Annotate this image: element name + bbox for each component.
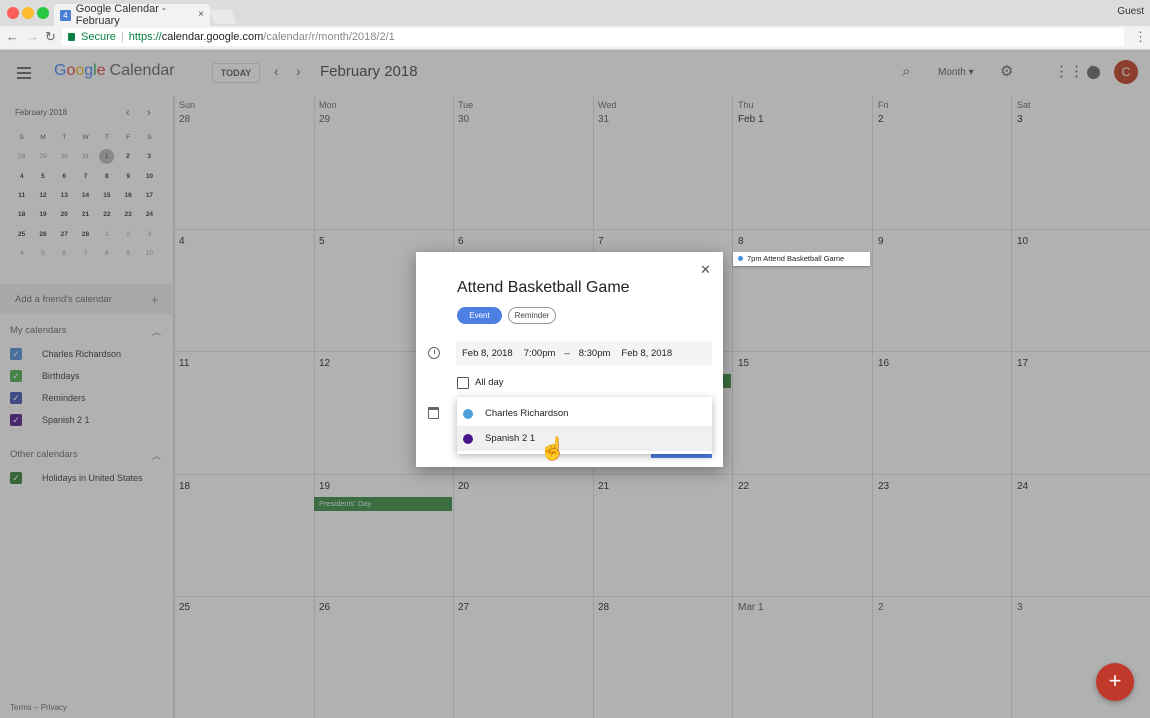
calendar-color-dot: [463, 408, 473, 419]
back-icon[interactable]: ←: [6, 29, 19, 44]
close-tab-icon[interactable]: ×: [198, 9, 204, 20]
forward-icon[interactable]: →: [26, 29, 39, 44]
calendar-option-label: Spanish 2 1: [485, 433, 536, 444]
time-dash: –: [564, 347, 570, 359]
lock-icon: [68, 33, 75, 41]
end-date-field[interactable]: Feb 8, 2018: [621, 348, 672, 359]
calendar-option-spanish[interactable]: Spanish 2 1: [457, 426, 712, 451]
url-path: /calendar/r/month/2018/2/1: [263, 31, 395, 43]
url-host: calendar.google.com: [161, 31, 264, 43]
start-date-field[interactable]: Feb 8, 2018: [462, 348, 513, 359]
secure-label: Secure: [81, 31, 116, 43]
maximize-window-icon[interactable]: [37, 7, 49, 19]
event-title-input[interactable]: Attend Basketball Game: [457, 279, 630, 297]
calendar-icon: [428, 407, 439, 419]
address-bar[interactable]: Secure | https:// calendar.google.com /c…: [62, 28, 1124, 46]
event-type-button[interactable]: Event: [457, 307, 502, 324]
calendar-option-label: Charles Richardson: [485, 408, 569, 419]
date-time-row: Feb 8, 2018 7:00pm – 8:30pm Feb 8, 2018: [456, 341, 712, 365]
reload-icon[interactable]: ↻: [45, 29, 56, 45]
browser-tab[interactable]: 4 Google Calendar - February ×: [54, 3, 210, 27]
create-event-button[interactable]: +: [1096, 663, 1134, 701]
new-tab-button[interactable]: [209, 10, 237, 24]
minimize-window-icon[interactable]: [22, 7, 34, 19]
calendar-favicon-icon: 4: [60, 9, 71, 21]
event-label: 7pm Attend Basketball Game: [747, 254, 845, 263]
calendar-option-charles[interactable]: Charles Richardson: [457, 401, 712, 426]
hand-cursor-icon: ☝: [539, 436, 567, 461]
address-separator: |: [120, 31, 124, 43]
end-time-field[interactable]: 8:30pm: [579, 348, 611, 359]
close-window-icon[interactable]: [7, 7, 19, 19]
url-scheme: https://: [128, 31, 162, 43]
event-color-dot: [738, 256, 743, 261]
close-icon[interactable]: ✕: [700, 262, 711, 278]
event-basketball-game[interactable]: 7pm Attend Basketball Game: [733, 252, 870, 266]
tab-title: Google Calendar - February: [75, 3, 166, 27]
all-day-checkbox[interactable]: [457, 377, 469, 389]
calendar-color-dot: [463, 433, 473, 444]
reminder-type-button[interactable]: Reminder: [508, 307, 556, 324]
guest-profile-label[interactable]: Guest: [1117, 6, 1144, 17]
browser-menu-icon[interactable]: ⋮: [1134, 29, 1147, 45]
clock-icon: [428, 347, 440, 359]
start-time-field[interactable]: 7:00pm: [524, 348, 556, 359]
all-day-label: All day: [475, 377, 504, 388]
